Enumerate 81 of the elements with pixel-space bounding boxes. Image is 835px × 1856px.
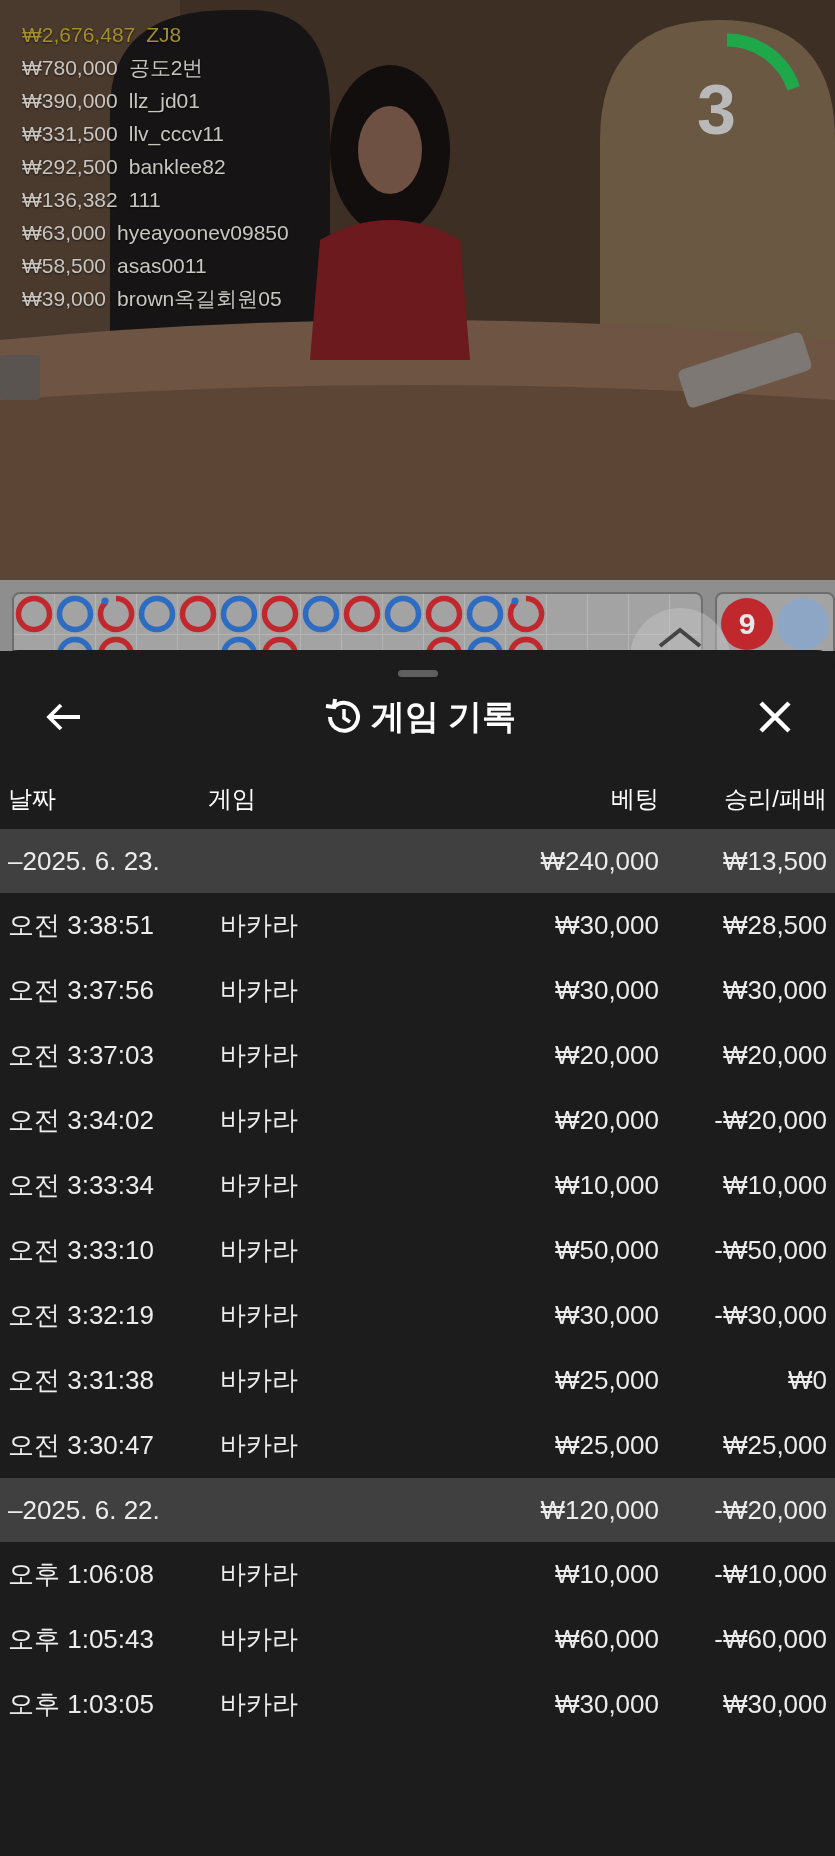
time-cell-text: 오전 3:34:02 xyxy=(8,1104,155,1137)
game-cell-text: 바카라 xyxy=(220,1299,299,1332)
player-name: brown옥길회원05 xyxy=(117,286,282,312)
game-cell-text: 바카라 xyxy=(220,909,299,942)
bet-amount: ₩780,000 xyxy=(22,55,118,81)
date-group-row[interactable]: –2025. 6. 22. ₩120,000 -₩20,000 xyxy=(0,1478,835,1542)
game-cell-text: 바카라 xyxy=(220,1234,299,1267)
column-header: 승리/패배 xyxy=(723,784,827,814)
game-cell-text: 바카라 xyxy=(220,974,299,1007)
time-cell-text: 오전 3:30:47 xyxy=(8,1429,155,1462)
group-date: –2025. 6. 22. xyxy=(8,1494,161,1526)
player-name: 공도2번 xyxy=(128,55,204,81)
bet-amount: ₩292,500 xyxy=(22,154,118,180)
game-cell-text: 바카라 xyxy=(220,1558,299,1591)
result-cell-text: -₩50,000 xyxy=(713,1235,827,1266)
group-result-total: -₩20,000 xyxy=(713,1494,827,1526)
bet-cell-text: ₩30,000 xyxy=(553,975,659,1006)
bet-cell-text: ₩20,000 xyxy=(553,1105,659,1136)
time-cell-text: 오후 1:03:05 xyxy=(8,1688,155,1721)
player-name: banklee82 xyxy=(128,154,226,180)
time-cell-text: 오전 3:33:10 xyxy=(8,1234,155,1267)
time-cell-text: 오전 3:38:51 xyxy=(8,909,155,942)
player-name: llv_cccv11 xyxy=(128,121,225,148)
bet-cell-text: ₩20,000 xyxy=(553,1040,659,1071)
bet-amount: ₩63,000 xyxy=(22,220,107,246)
time-cell-text: 오전 3:37:03 xyxy=(8,1039,155,1072)
countdown-number: 3 xyxy=(697,70,736,150)
group-bet-total: ₩120,000 xyxy=(539,1494,659,1526)
time-cell-text: 오후 1:05:43 xyxy=(8,1623,155,1656)
player-name: 111 xyxy=(128,187,161,213)
game-cell-text: 바카라 xyxy=(220,1169,299,1202)
bet-cell-text: ₩30,000 xyxy=(553,1689,659,1720)
result-cell-text: -₩10,000 xyxy=(713,1559,827,1590)
game-cell-text: 바카라 xyxy=(220,1429,299,1462)
bet-amount: ₩39,000 xyxy=(22,286,107,312)
group-date: –2025. 6. 23. xyxy=(8,845,161,877)
time-cell-text: 오전 3:31:38 xyxy=(8,1364,155,1397)
player-name: hyeayoonev09850 xyxy=(117,220,289,246)
bet-amount: ₩2,676,487 xyxy=(22,22,136,48)
result-cell-text: ₩20,000 xyxy=(721,1040,827,1071)
time-cell-text: 오전 3:37:56 xyxy=(8,974,155,1007)
time-cell-text: 오후 1:06:08 xyxy=(8,1558,155,1591)
result-cell-text: -₩30,000 xyxy=(713,1300,827,1331)
result-cell-text: ₩10,000 xyxy=(721,1170,827,1201)
result-cell-text: -₩20,000 xyxy=(713,1105,827,1136)
bet-amount: ₩390,000 xyxy=(22,88,118,114)
bet-cell-text: ₩30,000 xyxy=(553,1300,659,1331)
game-cell-text: 바카라 xyxy=(220,1688,299,1721)
bet-cell-text: ₩25,000 xyxy=(553,1365,659,1396)
bet-amount: ₩58,500 xyxy=(22,253,107,279)
bet-amount: ₩331,500 xyxy=(22,121,118,147)
time-cell-text: 오전 3:33:34 xyxy=(8,1169,155,1202)
game-cell-text: 바카라 xyxy=(220,1039,299,1072)
date-group-row[interactable]: –2025. 6. 23. ₩240,000 ₩13,500 xyxy=(0,829,835,893)
player-name: asas0011 xyxy=(117,253,207,279)
player-name: llz_jd01 xyxy=(128,88,200,115)
bet-cell-text: ₩30,000 xyxy=(553,910,659,941)
result-cell-text: ₩30,000 xyxy=(721,975,827,1006)
game-cell-text: 바카라 xyxy=(220,1104,299,1137)
column-header: 베팅 xyxy=(610,784,659,814)
result-cell-text: ₩30,000 xyxy=(721,1689,827,1720)
bet-cell-text: ₩10,000 xyxy=(553,1170,659,1201)
result-cell-text: ₩0 xyxy=(787,1365,827,1396)
player-name: ZJ8 xyxy=(146,22,182,48)
result-cell-text: -₩60,000 xyxy=(713,1624,827,1655)
bet-cell-text: ₩50,000 xyxy=(553,1235,659,1266)
game-cell-text: 바카라 xyxy=(220,1623,299,1656)
bet-amount: ₩136,382 xyxy=(22,187,118,213)
column-header: 게임 xyxy=(208,784,257,814)
column-header: 날짜 xyxy=(8,784,57,814)
game-cell-text: 바카라 xyxy=(220,1364,299,1397)
score-badge: 9 xyxy=(721,598,773,650)
bet-cell-text: ₩25,000 xyxy=(553,1430,659,1461)
group-bet-total: ₩240,000 xyxy=(539,845,659,877)
bet-cell-text: ₩10,000 xyxy=(553,1559,659,1590)
result-cell-text: ₩25,000 xyxy=(721,1430,827,1461)
group-result-total: ₩13,500 xyxy=(721,845,827,877)
time-cell-text: 오전 3:32:19 xyxy=(8,1299,155,1332)
result-cell-text: ₩28,500 xyxy=(721,910,827,941)
sheet-title: 게임 기록 xyxy=(370,696,517,737)
bet-cell-text: ₩60,000 xyxy=(553,1624,659,1655)
